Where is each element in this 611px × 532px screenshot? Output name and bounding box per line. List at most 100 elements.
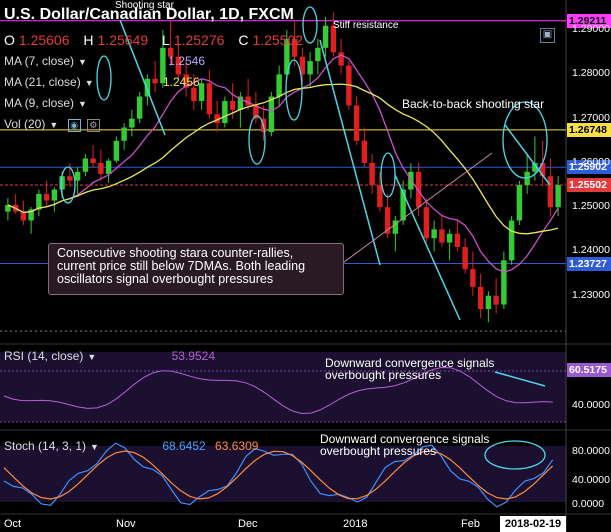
candle-body [508,220,515,261]
candle-body [105,160,112,174]
rsi-legend[interactable]: RSI (14, close) ▼ 53.9524 [4,349,215,363]
price-axis-label: 1.26000 [572,155,610,168]
settings-icon[interactable]: ⚙ [86,119,100,132]
price-axis-label: 1.28000 [572,67,610,80]
candle-body [315,47,321,62]
candle-body [547,176,554,208]
annotation-stiff-resistance: Stiff resistance [333,20,399,31]
candle-body [431,229,437,239]
candle-body [439,229,445,243]
candle-body [415,171,422,208]
legend-ma7[interactable]: MA (7, close) ▼ 1.2546 [4,54,205,68]
chevron-down-icon[interactable]: ▼ [78,57,87,67]
candle-body [361,140,368,163]
candle-body [121,127,127,141]
candle-body [501,260,507,305]
candle-body [423,207,430,239]
candle-body [446,233,453,243]
candle-body [222,100,228,124]
chevron-down-icon[interactable]: ▼ [87,352,96,362]
candle-body [98,162,104,174]
rsi-axis-40: 40.0000 [572,399,610,411]
commentary-note: Consecutive shooting stara counter-ralli… [48,243,344,295]
legend-ma7-value: 1.2546 [168,54,205,68]
legend-vol-label: Vol (20) [4,117,46,131]
candle-body [276,74,282,97]
chart-settings-icon[interactable]: ▣ [540,28,555,43]
candle-body [462,247,468,270]
stoch-axis-40: 40.0000 [572,474,610,486]
rsi-value-tag: 60.5175 [567,363,611,377]
cursor-date-tag: 2018-02-19 [500,516,566,532]
candle-body [353,105,360,141]
price-axis-label: 1.23000 [572,288,610,301]
ohlc-low-key: L [162,32,170,48]
stoch-d-value: 63.6309 [215,439,259,453]
candle-body [516,185,523,221]
legend-ma21-value: 1.2456 [162,75,200,89]
ohlc-open-value: 1.25606 [18,32,70,48]
annotation-shooting-star: Shooting star [115,0,174,11]
x-label-2018: 2018 [343,518,368,530]
candle-body [113,140,120,161]
stoch-axis-0: 0.0000 [572,498,605,510]
candle-body [206,83,213,115]
candle-body [43,193,50,201]
candle-body [51,189,58,201]
candle-body [229,100,236,110]
chevron-down-icon[interactable]: ▼ [78,99,87,109]
ohlc-close-key: C [238,32,249,48]
candle-body [307,61,313,75]
candle-body [67,176,73,181]
candle-body [74,171,81,181]
price-axis-label: 1.27000 [572,111,610,124]
stoch-annotation: Downward convergence signals overbought … [320,432,490,458]
ohlc-close-value: 1.25502 [252,32,304,48]
stoch-label: Stoch (14, 3, 1) [4,439,87,453]
candle-body [268,96,275,132]
candle-body [338,52,344,66]
stoch-axis-80: 80.0000 [572,445,610,457]
ohlc-high-key: H [83,32,94,48]
chevron-down-icon[interactable]: ▼ [85,78,94,88]
candle-body [555,185,561,208]
price-tag: 1.23727 [567,256,611,271]
legend-vol[interactable]: Vol (20) ▼ ◉ ⚙ [4,117,100,132]
candle-body [470,269,476,287]
rsi-label: RSI (14, close) [4,349,84,363]
x-label-feb: Feb [461,518,480,530]
legend-ma9[interactable]: MA (9, close) ▼ [4,96,87,110]
candle-body [454,233,461,248]
x-label-nov: Nov [116,518,136,530]
legend-ma7-label: MA (7, close) [4,54,75,68]
legend-ma21-label: MA (21, close) [4,75,81,89]
annotation-back-to-back: Back-to-back shooting star [402,97,545,111]
ohlc-low-value: 1.25276 [173,32,225,48]
candle-body [191,87,197,101]
chevron-down-icon[interactable]: ▼ [90,442,99,452]
candle-body [136,96,143,119]
price-axis-label: 1.29000 [572,23,610,36]
price-axis-label: 1.24000 [572,244,610,257]
ohlc-open-key: O [4,32,15,48]
candle-body [493,295,499,305]
price-axis-label: 1.25000 [572,200,610,213]
ohlc-high-value: 1.25649 [97,32,149,48]
candle-body [36,193,42,210]
price-tag: 1.26748 [567,122,611,137]
candle-body [485,295,492,310]
x-label-oct: Oct [4,518,22,530]
price-tag: 1.25502 [567,177,611,192]
eye-icon[interactable]: ◉ [67,119,81,132]
rsi-value: 53.9524 [171,349,216,363]
candle-body [322,25,329,48]
candle-body [90,158,96,163]
legend-ma21[interactable]: MA (21, close) ▼ 1.2456 [4,75,200,89]
rsi-annotation: Downward convergence signals overbought … [325,356,495,382]
stoch-legend[interactable]: Stoch (14, 3, 1) ▼ 68.6452 63.6309 [4,439,258,453]
stoch-k-value: 68.6452 [162,439,206,453]
candle-body [129,118,135,128]
chevron-down-icon[interactable]: ▼ [49,120,58,130]
candle-body [369,162,375,186]
candle-body [477,286,484,310]
